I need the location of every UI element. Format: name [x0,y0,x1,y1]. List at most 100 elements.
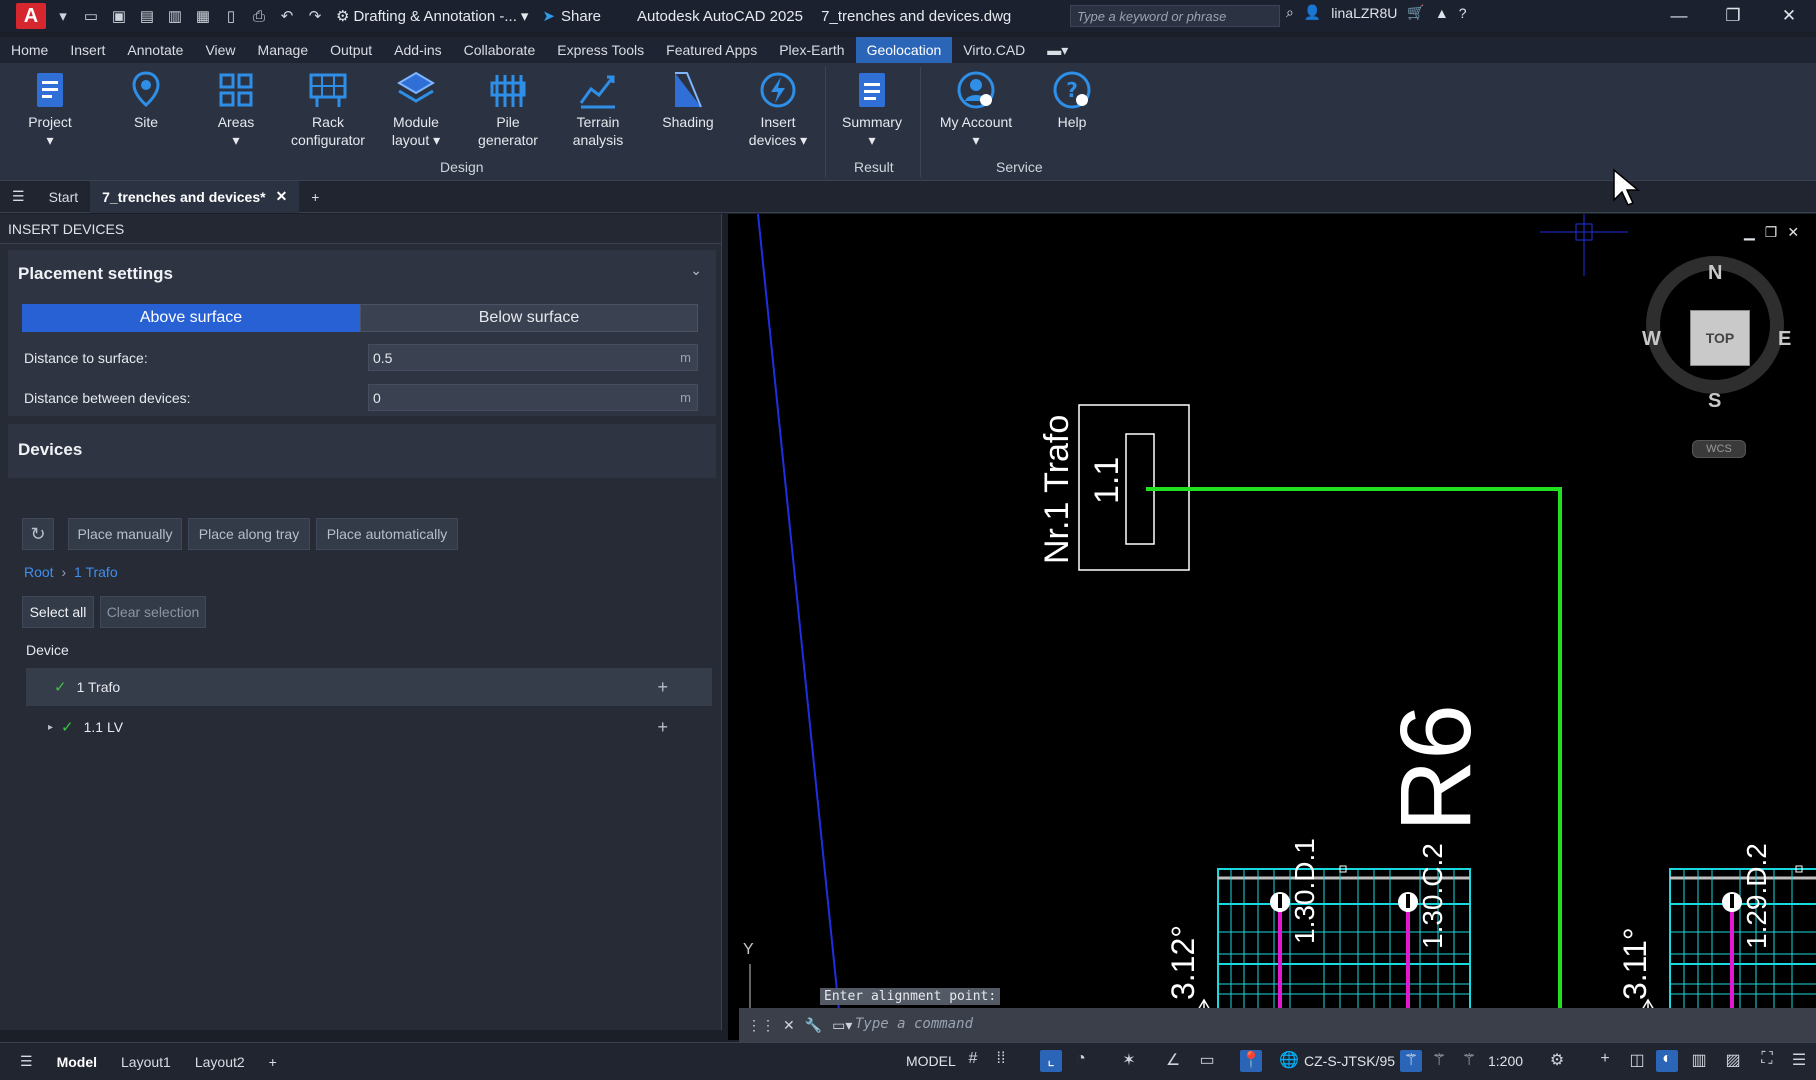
help-icon[interactable]: ? [1459,5,1467,21]
restore-viewport-icon[interactable]: ❐ [1765,224,1778,241]
tab-collaborate[interactable]: Collaborate [453,37,547,63]
annotation-scale[interactable]: 1:200 [1488,1053,1523,1069]
dropdown-icon[interactable]: ▾ [52,5,74,27]
isolate-icon[interactable]: ◫ [1626,1050,1648,1072]
new-file-icon[interactable]: ▭ [80,5,102,27]
chevron-down-icon[interactable]: ⌄ [690,262,702,279]
plot-icon[interactable]: ⎙ [248,5,270,27]
clean-screen-icon[interactable]: ▨ [1722,1050,1744,1072]
tab-virto-cad[interactable]: Virto.CAD [952,37,1036,63]
user-icon[interactable]: 👤 [1304,4,1321,21]
refresh-icon[interactable]: ↻ [22,518,54,550]
osnap-icon[interactable]: ✶ [1118,1050,1140,1072]
site-button[interactable]: Site [100,69,192,131]
select-all-button[interactable]: Select all [22,596,94,628]
customize-icon[interactable]: ☰ [1788,1050,1810,1072]
summary-button[interactable]: Summary ▾ [826,69,918,149]
globe-icon[interactable]: 🌐 [1278,1050,1300,1072]
place-manually-button[interactable]: Place manually [68,518,182,550]
wrench-icon[interactable]: 🔧 [805,1017,822,1034]
grid-icon[interactable]: # [962,1050,984,1072]
tab-add-ins[interactable]: Add-ins [383,37,452,63]
coordinate-system[interactable]: CZ-S-JTSK/95 [1304,1053,1395,1069]
minimize-viewport-icon[interactable]: ▁ [1744,224,1755,241]
geolocation-icon[interactable]: 📍 [1240,1050,1262,1072]
close-icon[interactable]: ✕ [1762,0,1816,32]
help-button[interactable]: ? Help [1026,69,1118,131]
open-folder-icon[interactable]: ▣ [108,5,130,27]
lineweight-icon[interactable]: ∠ [1162,1050,1184,1072]
publish-icon[interactable]: ▦ [192,5,214,27]
restore-icon[interactable]: ❐ [1706,0,1760,32]
redo-icon[interactable]: ↷ [304,5,326,27]
undo-icon[interactable]: ↶ [276,5,298,27]
compass-n[interactable]: N [1708,262,1722,285]
drawing-canvas[interactable]: Nr.1 Trafo 1.1 R6 1.30.D.1 1.30.C.2 3.12… [728,214,1816,1040]
command-history-icon[interactable]: ▭▾ [832,1017,852,1034]
shading-button[interactable]: Shading [642,69,734,131]
device-row[interactable]: ✓ 1 Trafo + [26,668,712,706]
tab-geolocation[interactable]: Geolocation [855,37,953,63]
tab-model[interactable]: Model [45,1054,109,1070]
search-icon[interactable]: ⌕ [1286,4,1294,21]
grip-icon[interactable]: ⋮⋮ [747,1017,775,1034]
close-viewport-icon[interactable]: ✕ [1787,224,1799,241]
above-surface-toggle[interactable]: Above surface [22,304,360,332]
cart-icon[interactable]: 🛒 [1407,4,1424,21]
polar-icon[interactable]: ◔ [1070,1050,1092,1072]
below-surface-toggle[interactable]: Below surface [360,304,698,332]
model-space-toggle[interactable]: MODEL [906,1053,956,1069]
search-input[interactable]: Type a keyword or phrase [1070,5,1280,27]
tab-plex-earth[interactable]: Plex-Earth [768,37,855,63]
viewcube-top[interactable]: TOP [1690,310,1750,366]
compass-w[interactable]: W [1642,328,1661,351]
breadcrumb-current[interactable]: 1 Trafo [74,564,118,580]
close-tab-icon[interactable]: ✕ [276,188,288,205]
add-layout-icon[interactable]: + [257,1054,289,1070]
tab-output[interactable]: Output [319,37,383,63]
breadcrumb-root[interactable]: Root [24,564,54,580]
tab-view[interactable]: View [194,37,246,63]
tab-layout2[interactable]: Layout2 [183,1054,257,1070]
plus-icon[interactable]: + [1594,1050,1616,1072]
compass-e[interactable]: E [1778,328,1791,351]
save-icon[interactable]: ▤ [136,5,158,27]
clear-selection-button[interactable]: Clear selection [100,596,206,628]
tab-insert[interactable]: Insert [59,37,116,63]
command-input[interactable]: Type a command [855,1016,973,1032]
rack-configurator-button[interactable]: Rack configurator [282,69,374,149]
tab-annotate[interactable]: Annotate [116,37,194,63]
project-button[interactable]: Project ▾ [4,69,96,149]
new-tab-icon[interactable]: + [299,181,331,213]
hardware-acceleration-icon[interactable]: ◐ [1656,1050,1678,1072]
module-layout-button[interactable]: Module layout ▾ [370,69,462,149]
place-automatically-button[interactable]: Place automatically [316,518,458,550]
close-icon[interactable]: ✕ [783,1017,795,1034]
areas-button[interactable]: Areas ▾ [190,69,282,149]
autodesk-icon[interactable]: ▲ [1435,5,1449,21]
insert-devices-button[interactable]: Insert devices ▾ [732,69,824,149]
fullscreen-icon[interactable]: ⛶ [1756,1050,1778,1072]
tab-layout1[interactable]: Layout1 [109,1054,183,1070]
device-row[interactable]: ▸ ✓ 1.1 LV + [26,708,712,746]
distance-between-devices-field[interactable]: 0 m [368,384,698,411]
units-icon[interactable]: ▥ [1688,1050,1710,1072]
tab-manage[interactable]: Manage [247,37,320,63]
add-icon[interactable]: + [657,677,668,698]
tab-home[interactable]: Home [0,37,59,63]
expand-icon[interactable]: ▸ [48,722,53,733]
compass-s[interactable]: S [1708,390,1721,413]
user-name[interactable]: linaLZR8U [1331,5,1397,21]
terrain-analysis-button[interactable]: Terrain analysis [552,69,644,149]
tab-featured-apps[interactable]: Featured Apps [655,37,768,63]
tab-active-drawing[interactable]: 7_trenches and devices* ✕ [90,180,300,213]
annotation-visibility-icon[interactable]: ⚚ [1400,1050,1422,1072]
place-along-tray-button[interactable]: Place along tray [188,518,310,550]
auto-scale-icon[interactable]: ⚚ [1428,1050,1450,1072]
ribbon-options-icon[interactable]: ▬▾ [1036,37,1079,63]
layout-menu-icon[interactable]: ☰ [8,1053,45,1070]
annotation-scale-icon[interactable]: ⚚ [1458,1050,1480,1072]
autocad-logo[interactable]: A [16,3,46,29]
add-icon[interactable]: + [657,717,668,738]
share-button[interactable]: ➤ Share [542,7,601,26]
